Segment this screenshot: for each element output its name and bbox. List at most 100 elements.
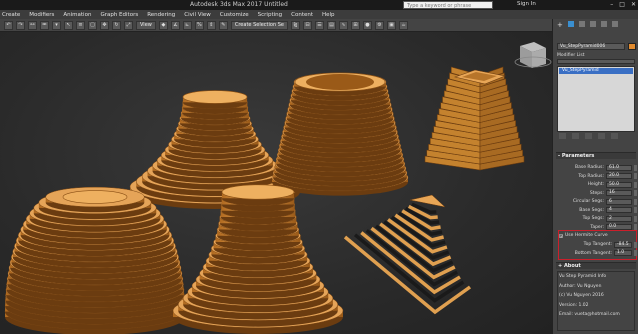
curve-editor-icon[interactable]: ∿ (338, 20, 348, 30)
select-object-icon[interactable]: ↖ (64, 20, 73, 30)
perspective-viewport[interactable] (0, 32, 552, 334)
angle-snap-icon[interactable]: ⊾ (182, 20, 192, 30)
window-title: Autodesk 3ds Max 2017 Untitled (190, 1, 288, 8)
object-name-field[interactable]: Vu_StepPyramid006 (557, 43, 625, 50)
parameter-value-field[interactable]: 2 (606, 215, 632, 222)
spinner-icon[interactable] (634, 190, 637, 196)
title-bar: Autodesk 3ds Max 2017 Untitled Type a ke… (0, 0, 638, 10)
modifier-list-label: Modifier List (557, 53, 585, 58)
spinner-icon[interactable] (634, 181, 637, 188)
menu-item-graph-editors[interactable]: Graph Editors (100, 12, 138, 18)
menu-item-modifiers[interactable]: Modifiers (29, 12, 54, 18)
parameter-value-field[interactable]: 6 (606, 198, 632, 205)
menu-item-content[interactable]: Content (291, 12, 313, 18)
stepped-dome-object[interactable] (4, 186, 186, 334)
layer-icon[interactable]: ☰ (314, 20, 324, 30)
parameter-label: Circular Segs: (572, 199, 604, 204)
about-line: Vu Step Pyramid Info (559, 274, 607, 279)
select-filter-icon[interactable]: ▾ (52, 20, 61, 30)
modifier-list-dropdown[interactable] (557, 59, 635, 64)
main-toolbar: ↶ ↷ ⚯ ⚮ ▾ ↖ ≡ ▢ ✥ ↻ ⤢ View ◆ ∡ ⊾ % ⇕ ✎ C… (0, 19, 552, 32)
configure-sets-icon[interactable] (611, 133, 618, 139)
parameters-rollout-header[interactable]: - Parameters (556, 152, 636, 159)
percent-snap-icon[interactable]: % (194, 20, 204, 30)
spinner-icon[interactable] (634, 173, 637, 179)
stepped-bowl-cone-object[interactable] (271, 72, 409, 196)
edit-named-selection-icon[interactable]: ✎ (218, 20, 228, 30)
maximize-button[interactable]: □ (619, 1, 625, 8)
parameter-row: Steps: 16 (557, 190, 637, 197)
select-by-name-icon[interactable]: ≡ (76, 20, 85, 30)
hermite-parameter-value-field[interactable]: 1.0 (614, 250, 632, 256)
pin-stack-icon[interactable] (559, 133, 566, 139)
spinner-icon[interactable] (634, 250, 637, 256)
minimize-button[interactable]: – (610, 1, 613, 8)
hierarchy-tab-icon[interactable] (579, 21, 585, 27)
move-icon[interactable]: ✥ (100, 20, 109, 30)
render-setup-icon[interactable]: ⚙ (374, 20, 384, 30)
menu-item-help[interactable]: Help (322, 12, 335, 18)
parameter-value-field[interactable]: 16 (606, 190, 632, 196)
pivot-icon[interactable]: ◆ (158, 20, 168, 30)
material-editor-icon[interactable]: ● (362, 20, 372, 30)
parameter-value-field[interactable]: 61.0 (606, 164, 632, 171)
named-selection-dropdown[interactable]: Create Selection Se (230, 20, 288, 30)
menu-item-rendering[interactable]: Rendering (147, 12, 175, 18)
show-end-result-icon[interactable] (572, 133, 579, 139)
stack-item-stepped-pyramid[interactable]: Vu_StepPyramid (559, 68, 633, 74)
stepped-box-pyramid-object[interactable] (424, 66, 525, 171)
display-tab-icon[interactable] (601, 21, 607, 27)
link-icon[interactable]: ⚯ (28, 20, 37, 30)
render-frame-icon[interactable]: ▣ (386, 20, 396, 30)
region-select-icon[interactable]: ▢ (88, 20, 97, 30)
menu-item-create[interactable]: Create (2, 12, 20, 18)
spinner-icon[interactable] (634, 241, 637, 248)
parameter-value-field[interactable]: 50.0 (606, 181, 632, 188)
modify-tab-icon[interactable] (568, 21, 574, 27)
schematic-view-icon[interactable]: ⊞ (350, 20, 360, 30)
parameter-value-field[interactable]: 20.0 (606, 173, 632, 179)
redo-icon[interactable]: ↷ (16, 20, 25, 30)
about-rollout-header[interactable]: + About (556, 262, 636, 269)
reference-coordinate-dropdown[interactable]: View (136, 20, 156, 30)
parameter-value-field[interactable]: 4 (606, 207, 632, 213)
spinner-snap-icon[interactable]: ⇕ (206, 20, 216, 30)
sign-in-link[interactable]: Sign In (517, 1, 536, 7)
spinner-icon[interactable] (634, 164, 637, 171)
scene-canvas[interactable] (0, 32, 552, 334)
remove-modifier-icon[interactable] (598, 133, 605, 139)
hermite-parameter-value-field[interactable]: -84.5 (614, 241, 632, 248)
motion-tab-icon[interactable] (590, 21, 596, 27)
scale-icon[interactable]: ⤢ (124, 20, 133, 30)
viewcube-icon[interactable] (514, 42, 552, 68)
menu-item-animation[interactable]: Animation (63, 12, 91, 18)
undo-icon[interactable]: ↶ (4, 20, 13, 30)
stepped-triangle-pyramid-object[interactable] (343, 194, 472, 315)
snap-icon[interactable]: ∡ (170, 20, 180, 30)
render-icon[interactable]: ☕ (398, 20, 408, 30)
checkbox-checked-icon[interactable]: ✓ (559, 233, 563, 238)
utilities-tab-icon[interactable] (612, 21, 618, 27)
menu-item-civil-view[interactable]: Civil View (184, 12, 210, 18)
create-tab-icon[interactable]: + (557, 21, 563, 29)
hermite-checkbox[interactable]: ✓ Use Hermite Curve (559, 233, 608, 238)
parameter-label: Top Radius: (578, 173, 604, 179)
object-color-swatch[interactable] (628, 43, 636, 50)
search-input[interactable]: Type a keyword or phrase (403, 1, 493, 9)
rotate-icon[interactable]: ↻ (112, 20, 121, 30)
spinner-icon[interactable] (634, 198, 637, 205)
make-unique-icon[interactable] (585, 133, 592, 139)
unlink-icon[interactable]: ⚮ (40, 20, 49, 30)
menu-item-customize[interactable]: Customize (220, 12, 249, 18)
mirror-icon[interactable]: ⧎ (290, 20, 300, 30)
modifier-stack[interactable]: Vu_StepPyramid (557, 66, 635, 132)
menu-item-scripting[interactable]: Scripting (258, 12, 282, 18)
spinner-icon[interactable] (634, 207, 637, 213)
spinner-icon[interactable] (634, 215, 637, 222)
parameter-row: Top Segs: 2 (557, 215, 637, 222)
menu-bar: Create Modifiers Animation Graph Editors… (0, 10, 638, 19)
close-button[interactable]: ✕ (631, 1, 636, 8)
align-icon[interactable]: ⊟ (302, 20, 312, 30)
graphite-icon[interactable]: ▤ (326, 20, 336, 30)
parameter-label: Top Segs: (582, 216, 604, 221)
